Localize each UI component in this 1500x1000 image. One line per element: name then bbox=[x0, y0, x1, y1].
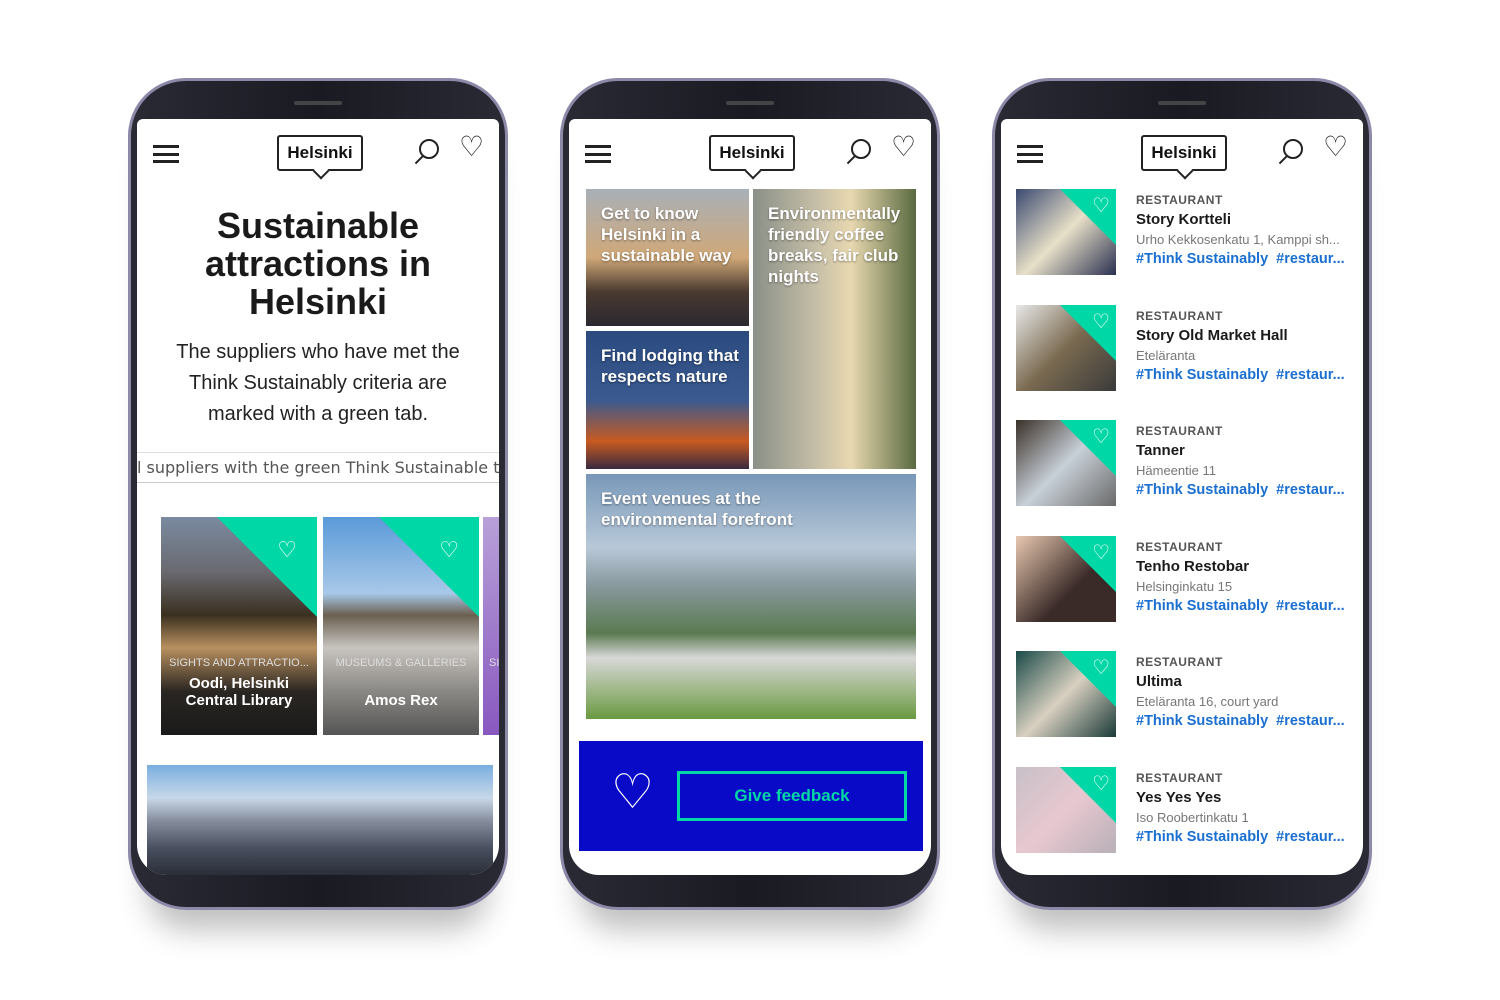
tag-link[interactable]: #Think Sustainably bbox=[1136, 713, 1268, 729]
favorites-heart-icon[interactable]: ♡ bbox=[459, 133, 484, 161]
tile-event-venues[interactable]: Event venues at the environmental forefr… bbox=[586, 474, 916, 719]
search-icon[interactable] bbox=[851, 139, 871, 159]
tile-label: Event venues at the environmental forefr… bbox=[601, 489, 793, 529]
item-name: Ultima bbox=[1136, 673, 1182, 690]
search-icon[interactable] bbox=[419, 139, 439, 159]
restaurant-item[interactable]: ♡ RESTAURANT Story Old Market Hall Etelära… bbox=[1016, 304, 1356, 391]
item-category: RESTAURANT bbox=[1136, 539, 1223, 554]
restaurant-image: ♡ bbox=[1016, 420, 1116, 506]
tag-link[interactable]: #Think Sustainably bbox=[1136, 251, 1268, 267]
header: Helsinki ♡ bbox=[569, 119, 931, 189]
header: Helsinki ♡ bbox=[137, 119, 499, 189]
header: Helsinki ♡ bbox=[1001, 119, 1363, 189]
heart-icon[interactable]: ♡ bbox=[1092, 424, 1110, 449]
green-tab bbox=[379, 517, 479, 617]
restaurant-image: ♡ bbox=[1016, 304, 1116, 391]
tag-link[interactable]: #Think Sustainably bbox=[1136, 829, 1268, 845]
item-category: RESTAURANT bbox=[1136, 308, 1223, 323]
heart-icon[interactable]: ♡ bbox=[439, 537, 459, 563]
page-title: Sustainable attractions in Helsinki bbox=[204, 205, 432, 322]
tile-coffee-breaks[interactable]: Environmentally friendly coffee breaks, … bbox=[753, 189, 916, 469]
heart-icon: ♡ bbox=[611, 766, 655, 819]
heart-icon[interactable]: ♡ bbox=[1092, 655, 1110, 680]
item-category: RESTAURANT bbox=[1136, 655, 1223, 669]
item-address: Hämeentie 11 bbox=[1136, 463, 1216, 478]
marquee-text: l suppliers with the green Think Sustain… bbox=[137, 452, 499, 483]
tile-label: Find lodging that respects nature bbox=[601, 346, 739, 386]
restaurant-item[interactable]: ♡ RESTAURANT Ultima Eteläranta 16, court y… bbox=[1016, 651, 1356, 737]
item-name: Story Old Market Hall bbox=[1136, 326, 1288, 344]
phone-2: Helsinki ♡ Get to know Helsinki in a sus… bbox=[560, 78, 940, 910]
tag-link[interactable]: #Think Sustainably bbox=[1136, 598, 1268, 614]
card-name: Amos Rex bbox=[364, 692, 438, 709]
tag-link[interactable]: #restaur... bbox=[1276, 713, 1345, 729]
helsinki-logo[interactable]: Helsinki bbox=[277, 135, 363, 171]
lead-text: The suppliers who have met the Think Sus… bbox=[176, 341, 460, 425]
tile-label: Get to know Helsinki in a sustainable wa… bbox=[601, 204, 732, 265]
attraction-card[interactable]: ♡ MUSEUMS & GALLERIES Amos Rex bbox=[323, 517, 479, 735]
card-category: MUSEUMS & GALLERIES bbox=[335, 657, 467, 669]
phone-1: Helsinki ♡ Sustainable attractions in He… bbox=[128, 78, 508, 910]
heart-icon[interactable]: ♡ bbox=[277, 537, 297, 563]
heart-icon[interactable]: ♡ bbox=[1092, 309, 1110, 334]
tile-sustainable-way[interactable]: Get to know Helsinki in a sustainable wa… bbox=[586, 189, 749, 326]
screen: Helsinki ♡ Get to know Helsinki in a sus… bbox=[569, 119, 931, 875]
item-address: Eteläranta bbox=[1136, 347, 1196, 363]
item-category: RESTAURANT bbox=[1136, 770, 1223, 785]
heart-icon[interactable]: ♡ bbox=[1092, 193, 1110, 218]
helsinki-logo[interactable]: Helsinki bbox=[1141, 135, 1227, 171]
tag-link[interactable]: #Think Sustainably bbox=[1136, 367, 1268, 383]
tag-link[interactable]: #restaur... bbox=[1276, 367, 1345, 383]
tag-link[interactable]: #restaur... bbox=[1276, 829, 1345, 845]
menu-icon[interactable] bbox=[1017, 145, 1043, 163]
tag-link[interactable]: #Think Sustainably bbox=[1136, 482, 1268, 498]
tag-link[interactable]: #restaur... bbox=[1276, 482, 1345, 498]
restaurant-item[interactable]: ♡ RESTAURANT Tenho Restobar Helsinginkatu … bbox=[1016, 535, 1356, 622]
tag-link[interactable]: #restaur... bbox=[1276, 251, 1345, 267]
attraction-card[interactable]: ♡ SIGHTS AND ATTRACTIO... Oodi, Helsinki… bbox=[161, 517, 317, 735]
item-address: Iso Roobertinkatu 1 bbox=[1136, 809, 1249, 825]
item-category: RESTAURANT bbox=[1136, 424, 1223, 438]
card-category: SI bbox=[489, 657, 499, 669]
restaurant-item[interactable]: ♡ RESTAURANT Story Kortteli Urho Kekkosenk… bbox=[1016, 189, 1356, 275]
restaurant-item[interactable]: ♡ RESTAURANT Tanner Hämeentie 11 #Think Sus… bbox=[1016, 420, 1356, 506]
give-feedback-button[interactable]: Give feedback bbox=[677, 771, 907, 821]
feedback-banner: ♡ Give feedback bbox=[579, 741, 923, 851]
screen: Helsinki ♡ ♡ RESTAURANT Story Kortteli Urh… bbox=[1001, 119, 1363, 875]
menu-icon[interactable] bbox=[153, 145, 179, 163]
city-image[interactable] bbox=[147, 765, 493, 875]
heart-icon[interactable]: ♡ bbox=[1092, 771, 1110, 796]
favorites-heart-icon[interactable]: ♡ bbox=[1323, 133, 1348, 161]
item-name: Tenho Restobar bbox=[1136, 557, 1250, 575]
restaurant-image: ♡ bbox=[1016, 766, 1116, 853]
phone-3: Helsinki ♡ ♡ RESTAURANT Story Kortteli Urh… bbox=[992, 78, 1372, 910]
attraction-card[interactable]: SI bbox=[483, 517, 499, 735]
tag-link[interactable]: #restaur... bbox=[1276, 598, 1345, 614]
tile-lodging[interactable]: Find lodging that respects nature bbox=[586, 331, 749, 469]
helsinki-logo[interactable]: Helsinki bbox=[709, 135, 795, 171]
card-category: SIGHTS AND ATTRACTIO... bbox=[169, 657, 309, 669]
favorites-heart-icon[interactable]: ♡ bbox=[891, 133, 916, 161]
restaurant-item[interactable]: ♡ RESTAURANT Yes Yes Yes Iso Roobertinkatu… bbox=[1016, 766, 1356, 853]
item-address: Helsinginkatu 15 bbox=[1136, 578, 1233, 594]
item-name: Story Kortteli bbox=[1136, 211, 1232, 228]
item-address: Eteläranta 16, court yard bbox=[1136, 694, 1279, 709]
search-icon[interactable] bbox=[1283, 139, 1303, 159]
item-category: RESTAURANT bbox=[1136, 193, 1223, 207]
green-tab bbox=[217, 517, 317, 617]
item-name: Yes Yes Yes bbox=[1136, 788, 1222, 806]
speaker bbox=[726, 101, 774, 105]
speaker bbox=[1158, 101, 1206, 105]
restaurant-image: ♡ bbox=[1016, 535, 1116, 622]
restaurant-image: ♡ bbox=[1016, 189, 1116, 275]
tile-label: Environmentally friendly coffee breaks, … bbox=[768, 204, 901, 286]
speaker bbox=[294, 101, 342, 105]
item-address: Urho Kekkosenkatu 1, Kamppi sh... bbox=[1136, 232, 1340, 247]
menu-icon[interactable] bbox=[585, 145, 611, 163]
heart-icon[interactable]: ♡ bbox=[1092, 540, 1110, 565]
restaurant-image: ♡ bbox=[1016, 651, 1116, 737]
screen: Helsinki ♡ Sustainable attractions in He… bbox=[137, 119, 499, 875]
card-name: Oodi, Helsinki Central Library bbox=[185, 675, 293, 709]
item-name: Tanner bbox=[1136, 442, 1185, 459]
